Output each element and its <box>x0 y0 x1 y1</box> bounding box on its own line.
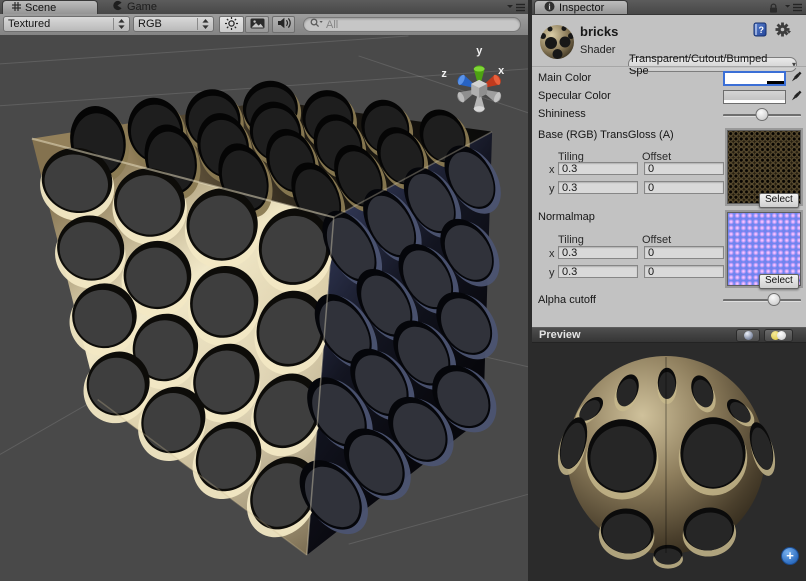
render-mode-value: RGB <box>138 18 162 30</box>
unity-editor-window: Scene Game Textured RGB <box>0 0 806 581</box>
tab-scene[interactable]: Scene <box>2 0 98 14</box>
scene-panel-menu[interactable] <box>505 2 526 12</box>
base-map-label: Base (RGB) TransGloss (A) <box>538 129 674 141</box>
gizmo-x-label: x <box>498 65 504 77</box>
normalmap-select-button[interactable]: Select <box>759 274 799 289</box>
row-x-label: x <box>549 248 555 260</box>
normalmap-label: Normalmap <box>538 211 595 223</box>
row-x-label: x <box>549 164 555 176</box>
shininess-label: Shininess <box>538 108 586 120</box>
tab-scene-label: Scene <box>25 2 56 14</box>
preview-header[interactable]: Preview <box>532 327 806 343</box>
shininess-slider[interactable] <box>723 108 801 121</box>
main-color-label: Main Color <box>538 72 591 84</box>
two-lights-icon <box>771 331 786 340</box>
base-texture-select-button[interactable]: Select <box>759 193 799 208</box>
material-name: bricks <box>580 24 618 39</box>
perforated-cube-mesh[interactable] <box>31 76 511 555</box>
speaker-icon <box>277 17 291 32</box>
slider-track[interactable] <box>723 299 801 302</box>
base-tiling-x-input[interactable] <box>558 162 638 175</box>
tiling-header: Tiling <box>558 234 584 246</box>
sphere-icon <box>744 331 753 340</box>
skybox-fx-toggle-button[interactable] <box>245 16 269 33</box>
inspector-panel: i Inspector <box>532 0 806 581</box>
row-y-label: y <box>549 267 555 279</box>
gizmo-center-cube[interactable] <box>471 80 487 98</box>
eyedropper-icon[interactable] <box>789 89 803 103</box>
inspector-panel-menu[interactable] <box>784 2 803 12</box>
image-icon <box>250 18 265 32</box>
add-preview-button[interactable]: + <box>781 547 799 565</box>
specular-color-swatch[interactable] <box>723 90 786 104</box>
scene-viewport[interactable]: y x z <box>0 35 528 581</box>
info-icon: i <box>544 1 555 15</box>
shader-label: Shader <box>580 44 615 56</box>
row-y-label: y <box>549 183 555 195</box>
draw-mode-value: Textured <box>8 18 50 30</box>
render-mode-dropdown[interactable]: RGB <box>133 16 214 32</box>
svg-text:?: ? <box>758 25 764 35</box>
material-header: bricks Shader Transparent/Cutout/Bumped … <box>532 14 806 66</box>
inspector-tabstrip: i Inspector <box>532 0 806 15</box>
tab-game-label: Game <box>127 1 157 13</box>
normal-tiling-x-input[interactable] <box>558 246 638 259</box>
lighting-toggle-button[interactable] <box>219 16 244 33</box>
gizmo-y-label: y <box>476 45 483 57</box>
gear-icon[interactable] <box>775 22 794 40</box>
shininess-slider-thumb[interactable] <box>756 108 769 121</box>
specular-color-label: Specular Color <box>538 90 611 102</box>
eyedropper-icon[interactable] <box>789 70 803 84</box>
alpha-cutoff-slider-thumb[interactable] <box>768 293 781 306</box>
base-offset-x-input[interactable] <box>644 162 724 175</box>
preview-lighting-button[interactable] <box>764 329 793 342</box>
sun-icon <box>225 17 238 33</box>
alpha-bar <box>724 100 785 103</box>
alpha-bar <box>725 81 784 84</box>
preview-title: Preview <box>539 329 581 341</box>
header-separator <box>532 66 806 68</box>
scene-3d-view: y x z <box>0 35 528 581</box>
grid-icon <box>12 2 21 14</box>
updown-arrows-icon <box>197 18 209 30</box>
tab-inspector[interactable]: i Inspector <box>534 0 628 14</box>
preview-sphere-mode-button[interactable] <box>736 329 760 342</box>
audio-toggle-button[interactable] <box>272 16 295 33</box>
scene-toolbar: Textured RGB <box>0 14 528 36</box>
normal-offset-x-input[interactable] <box>644 246 724 259</box>
material-thumbnail[interactable] <box>538 23 576 64</box>
base-tiling-y-input[interactable] <box>558 181 638 194</box>
scene-panel: Scene Game Textured RGB <box>0 0 528 581</box>
search-input[interactable] <box>326 19 496 31</box>
alpha-cutoff-slider[interactable] <box>723 293 801 306</box>
gizmo-z-label: z <box>441 68 447 80</box>
search-icon <box>310 18 323 31</box>
preview-area[interactable]: + <box>532 343 806 581</box>
updown-arrows-icon <box>113 18 125 30</box>
tab-inspector-label: Inspector <box>559 2 604 14</box>
scene-search-box <box>303 17 521 32</box>
draw-mode-dropdown[interactable]: Textured <box>3 16 130 32</box>
scene-tabstrip: Scene Game <box>0 0 528 15</box>
normal-tiling-y-input[interactable] <box>558 265 638 278</box>
normal-offset-y-input[interactable] <box>644 265 724 278</box>
tab-game[interactable]: Game <box>103 0 166 14</box>
preview-sphere-render <box>532 343 806 581</box>
help-icon[interactable]: ? <box>753 22 767 40</box>
scene-orientation-gizmo[interactable]: y x z <box>441 45 504 112</box>
shader-dropdown[interactable]: Transparent/Cutout/Bumped Spe ▾ <box>628 57 797 72</box>
offset-header: Offset <box>642 234 671 246</box>
pacman-icon <box>112 0 123 14</box>
alpha-cutoff-label: Alpha cutoff <box>538 294 596 306</box>
base-offset-y-input[interactable] <box>644 181 724 194</box>
main-color-swatch[interactable] <box>723 71 786 86</box>
